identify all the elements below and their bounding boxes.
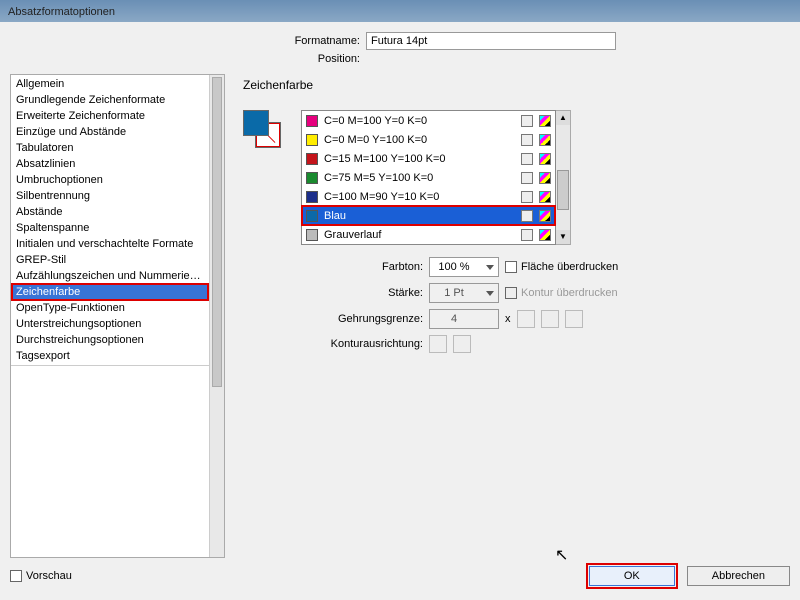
- swatch-item[interactable]: C=75 M=5 Y=100 K=0: [302, 168, 555, 187]
- cmyk-icon: [539, 191, 551, 203]
- fill-stroke-proxy[interactable]: [243, 110, 281, 148]
- swatch-item[interactable]: C=0 M=100 Y=0 K=0: [302, 111, 555, 130]
- swatch-item[interactable]: Blau: [302, 206, 555, 225]
- sidebar-item[interactable]: Tagsexport: [12, 348, 208, 364]
- miter-suffix: x: [505, 313, 511, 325]
- scroll-up-icon[interactable]: ▲: [556, 111, 570, 125]
- swatch-list[interactable]: C=0 M=100 Y=0 K=0C=0 M=0 Y=100 K=0C=15 M…: [301, 110, 556, 245]
- sidebar-item[interactable]: Unterstreichungsoptionen: [12, 316, 208, 332]
- swatch-item[interactable]: Grauverlauf: [302, 225, 555, 244]
- swatch-type-icon: [521, 229, 533, 241]
- tint-input[interactable]: [429, 257, 499, 277]
- sidebar-scrollbar[interactable]: [209, 75, 224, 557]
- top-form: Formatname: Position:: [270, 32, 790, 68]
- scroll-down-icon[interactable]: ▼: [556, 230, 570, 244]
- dialog-body: Formatname: Position: AllgemeinGrundlege…: [0, 22, 800, 596]
- cmyk-icon: [539, 210, 551, 222]
- sidebar-item[interactable]: GREP-Stil: [12, 252, 208, 268]
- swatch-type-icon: [521, 115, 533, 127]
- cmyk-icon: [539, 229, 551, 241]
- swatch-type-icon: [521, 210, 533, 222]
- dropdown-icon: [486, 291, 494, 296]
- cmyk-icon: [539, 134, 551, 146]
- join-round-icon: [541, 310, 559, 328]
- sidebar-item[interactable]: OpenType-Funktionen: [12, 300, 208, 316]
- sidebar-scroll-thumb[interactable]: [212, 77, 222, 387]
- cmyk-icon: [539, 153, 551, 165]
- join-bevel-icon: [565, 310, 583, 328]
- sidebar-item[interactable]: Durchstreichungsoptionen: [12, 332, 208, 348]
- miter-input: [429, 309, 499, 329]
- swatch-scrollbar[interactable]: ▲ ▼: [556, 110, 571, 245]
- tint-label: Farbton:: [303, 261, 423, 273]
- sidebar-item[interactable]: Einzüge und Abstände: [12, 124, 208, 140]
- miter-label: Gehrungsgrenze:: [303, 313, 423, 325]
- category-sidebar: AllgemeinGrundlegende ZeichenformateErwe…: [10, 74, 225, 558]
- sidebar-item[interactable]: Umbruchoptionen: [12, 172, 208, 188]
- formatname-label: Formatname:: [270, 35, 360, 47]
- sidebar-item[interactable]: Tabulatoren: [12, 140, 208, 156]
- sidebar-item[interactable]: Grundlegende Zeichenformate: [12, 92, 208, 108]
- swatch-scroll-thumb[interactable]: [557, 170, 569, 210]
- swatch-type-icon: [521, 172, 533, 184]
- section-title: Zeichenfarbe: [243, 78, 790, 92]
- window-title: Absatzformatoptionen: [8, 6, 115, 18]
- cmyk-icon: [539, 115, 551, 127]
- align-center-icon: [429, 335, 447, 353]
- sidebar-item[interactable]: Allgemein: [12, 76, 208, 92]
- sidebar-item[interactable]: Spaltenspanne: [12, 220, 208, 236]
- ok-button[interactable]: OK: [589, 566, 675, 586]
- titlebar: Absatzformatoptionen: [0, 0, 800, 22]
- sidebar-preview-area: [11, 365, 209, 495]
- swatch-item[interactable]: C=15 M=100 Y=100 K=0: [302, 149, 555, 168]
- color-controls: Farbton: Fläche überdrucken Stärke:: [303, 257, 790, 353]
- overprint-fill-checkbox[interactable]: Fläche überdrucken: [505, 261, 618, 273]
- align-inside-icon: [453, 335, 471, 353]
- main-panel: Zeichenfarbe C=0 M=100 Y=0 K=0C=0 M=0 Y=…: [243, 74, 790, 558]
- preview-checkbox[interactable]: Vorschau: [10, 570, 72, 582]
- stroke-input: [429, 283, 499, 303]
- dialog-footer: Vorschau OK Abbrechen: [10, 558, 790, 586]
- position-label: Position:: [270, 53, 360, 65]
- sidebar-item[interactable]: Abstände: [12, 204, 208, 220]
- cmyk-icon: [539, 172, 551, 184]
- swatch-type-icon: [521, 134, 533, 146]
- sidebar-item[interactable]: Aufzählungszeichen und Nummerierung: [12, 268, 208, 284]
- dropdown-icon[interactable]: [486, 265, 494, 270]
- stroke-label: Stärke:: [303, 287, 423, 299]
- overprint-stroke-checkbox: Kontur überdrucken: [505, 287, 618, 299]
- swatch-item[interactable]: C=100 M=90 Y=10 K=0: [302, 187, 555, 206]
- sidebar-item[interactable]: Zeichenfarbe: [12, 284, 208, 300]
- stroke-align-label: Konturausrichtung:: [303, 338, 423, 350]
- join-miter-icon: [517, 310, 535, 328]
- sidebar-item[interactable]: Absatzlinien: [12, 156, 208, 172]
- swatch-type-icon: [521, 153, 533, 165]
- formatname-input[interactable]: [366, 32, 616, 50]
- sidebar-item[interactable]: Erweiterte Zeichenformate: [12, 108, 208, 124]
- cancel-button[interactable]: Abbrechen: [687, 566, 790, 586]
- fill-proxy[interactable]: [243, 110, 269, 136]
- swatch-type-icon: [521, 191, 533, 203]
- swatch-item[interactable]: C=0 M=0 Y=100 K=0: [302, 130, 555, 149]
- sidebar-item[interactable]: Initialen und verschachtelte Formate: [12, 236, 208, 252]
- sidebar-item[interactable]: Silbentrennung: [12, 188, 208, 204]
